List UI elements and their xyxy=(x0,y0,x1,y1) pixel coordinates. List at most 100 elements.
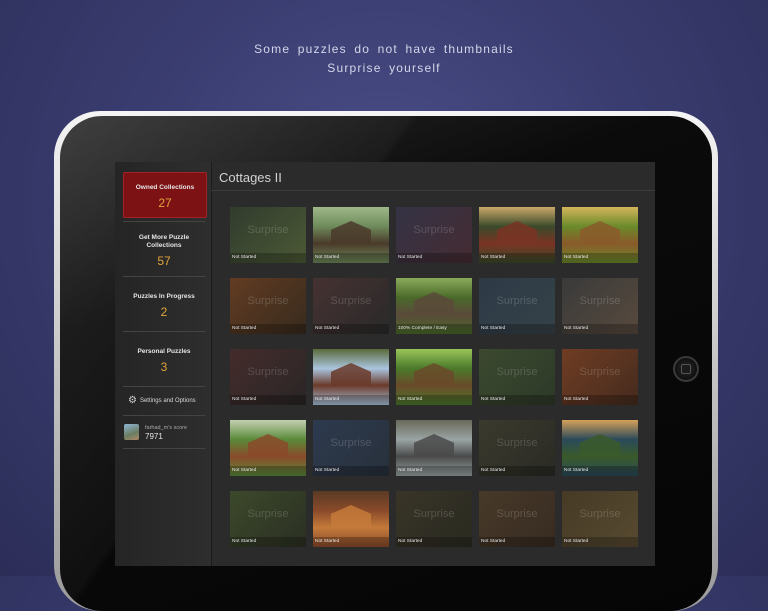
puzzle-tile[interactable]: Not Started xyxy=(479,207,555,263)
sidebar: Owned Collections 27 Get More Puzzle Col… xyxy=(115,162,212,566)
surprise-label: Surprise xyxy=(496,508,538,520)
puzzle-status: Not Started xyxy=(396,466,472,476)
puzzle-status: Not Started xyxy=(313,324,389,334)
user-name: farhad_m's score xyxy=(145,425,188,431)
puzzle-status: Not Started xyxy=(313,395,389,405)
title-divider xyxy=(211,190,655,191)
surprise-label: Surprise xyxy=(496,437,538,449)
surprise-label: Surprise xyxy=(579,508,621,520)
puzzle-status: Not Started xyxy=(479,324,555,334)
gear-icon: ⚙ xyxy=(128,395,137,406)
puzzle-status: Not Started xyxy=(396,537,472,547)
puzzle-thumbnail xyxy=(580,221,620,243)
puzzle-thumbnail xyxy=(414,292,454,314)
puzzle-tile[interactable]: Not Started xyxy=(562,207,638,263)
puzzle-status: Not Started xyxy=(562,466,638,476)
puzzle-tile-surprise[interactable]: Surprise Not Started xyxy=(313,420,389,476)
sidebar-divider xyxy=(123,221,205,222)
puzzle-tile-surprise[interactable]: Surprise Not Started xyxy=(230,207,306,263)
user-score-value: 7971 xyxy=(145,432,163,441)
puzzle-tile[interactable]: Not Started xyxy=(313,349,389,405)
sidebar-divider xyxy=(123,331,205,332)
puzzle-status: Not Started xyxy=(479,253,555,263)
puzzle-thumbnail xyxy=(248,434,288,456)
sidebar-item-label: Personal Puzzles xyxy=(137,348,191,355)
puzzle-status: Not Started xyxy=(230,537,306,547)
puzzle-thumbnail xyxy=(414,434,454,456)
puzzle-thumbnail xyxy=(331,363,371,385)
sidebar-item-get-more-collections[interactable]: Get More Puzzle Collections 57 xyxy=(123,234,205,272)
puzzle-status: 100% Complete / Easy xyxy=(396,324,472,334)
sidebar-item-label: Puzzles In Progress xyxy=(133,293,195,300)
puzzle-status: Not Started xyxy=(562,324,638,334)
puzzle-tile-surprise[interactable]: Surprise Not Started xyxy=(396,207,472,263)
home-button[interactable] xyxy=(673,356,699,382)
surprise-label: Surprise xyxy=(413,224,455,236)
puzzle-tile-surprise[interactable]: Surprise Not Started xyxy=(230,349,306,405)
sidebar-item-label: Get More Puzzle Collections xyxy=(138,234,190,249)
puzzle-tile-surprise[interactable]: Surprise Not Started xyxy=(479,278,555,334)
puzzle-tile-surprise[interactable]: Surprise Not Started xyxy=(479,491,555,547)
puzzle-tile[interactable]: Not Started xyxy=(562,420,638,476)
surprise-label: Surprise xyxy=(247,224,289,236)
puzzle-tile-surprise[interactable]: Surprise Not Started xyxy=(396,491,472,547)
puzzle-thumbnail xyxy=(497,221,537,243)
surprise-label: Surprise xyxy=(247,366,289,378)
sidebar-item-puzzles-in-progress[interactable]: Puzzles In Progress 2 xyxy=(123,293,205,323)
puzzle-status: Not Started xyxy=(313,537,389,547)
puzzle-tile-surprise[interactable]: Surprise Not Started xyxy=(562,349,638,405)
puzzle-status: Not Started xyxy=(230,395,306,405)
puzzle-tile[interactable]: Not Started xyxy=(313,491,389,547)
surprise-label: Surprise xyxy=(579,295,621,307)
puzzle-status: Not Started xyxy=(396,395,472,405)
page-title: Cottages II xyxy=(219,170,282,185)
surprise-label: Surprise xyxy=(330,437,372,449)
puzzle-status: Not Started xyxy=(562,253,638,263)
puzzle-tile[interactable]: Not Started xyxy=(313,207,389,263)
puzzle-tile-surprise[interactable]: Surprise Not Started xyxy=(313,278,389,334)
puzzle-tile[interactable]: Not Started xyxy=(396,349,472,405)
sidebar-divider xyxy=(123,448,205,449)
puzzle-status: Not Started xyxy=(313,466,389,476)
puzzle-thumbnail xyxy=(331,505,371,527)
sidebar-item-personal-puzzles[interactable]: Personal Puzzles 3 xyxy=(123,348,205,378)
puzzle-tile-surprise[interactable]: Surprise Not Started xyxy=(479,420,555,476)
puzzle-status: Not Started xyxy=(313,253,389,263)
surprise-label: Surprise xyxy=(413,508,455,520)
surprise-label: Surprise xyxy=(496,366,538,378)
app-screen: Owned Collections 27 Get More Puzzle Col… xyxy=(115,162,655,566)
puzzle-tile-surprise[interactable]: Surprise Not Started xyxy=(479,349,555,405)
puzzle-thumbnail xyxy=(580,434,620,456)
surprise-label: Surprise xyxy=(579,366,621,378)
puzzle-status: Not Started xyxy=(479,466,555,476)
puzzle-status: Not Started xyxy=(396,253,472,263)
sidebar-item-owned-collections[interactable]: Owned Collections 27 xyxy=(123,172,207,218)
puzzle-status: Not Started xyxy=(230,466,306,476)
puzzle-status: Not Started xyxy=(230,324,306,334)
surprise-label: Surprise xyxy=(496,295,538,307)
avatar xyxy=(124,424,139,440)
caption-line-2: Surprise yourself xyxy=(327,61,441,75)
puzzle-status: Not Started xyxy=(230,253,306,263)
puzzle-status: Not Started xyxy=(479,395,555,405)
puzzle-tile-surprise[interactable]: Surprise Not Started xyxy=(562,278,638,334)
puzzle-status: Not Started xyxy=(562,395,638,405)
settings-and-options-button[interactable]: ⚙ Settings and Options xyxy=(128,395,196,406)
puzzle-tile[interactable]: Not Started xyxy=(230,420,306,476)
puzzle-tile[interactable]: 100% Complete / Easy xyxy=(396,278,472,334)
puzzle-tile-surprise[interactable]: Surprise Not Started xyxy=(230,491,306,547)
surprise-label: Surprise xyxy=(247,508,289,520)
puzzle-thumbnail xyxy=(414,363,454,385)
sidebar-item-count: 2 xyxy=(160,305,168,319)
surprise-label: Surprise xyxy=(247,295,289,307)
sidebar-divider xyxy=(123,415,205,416)
sidebar-item-label: Owned Collections xyxy=(135,184,195,191)
sidebar-item-count: 57 xyxy=(157,254,171,268)
puzzle-tile-surprise[interactable]: Surprise Not Started xyxy=(230,278,306,334)
puzzle-status: Not Started xyxy=(479,537,555,547)
caption-line-1: Some puzzles do not have thumbnails xyxy=(254,42,514,56)
sidebar-item-count: 3 xyxy=(160,360,168,374)
puzzle-tile[interactable]: Not Started xyxy=(396,420,472,476)
puzzle-status: Not Started xyxy=(562,537,638,547)
puzzle-tile-surprise[interactable]: Surprise Not Started xyxy=(562,491,638,547)
